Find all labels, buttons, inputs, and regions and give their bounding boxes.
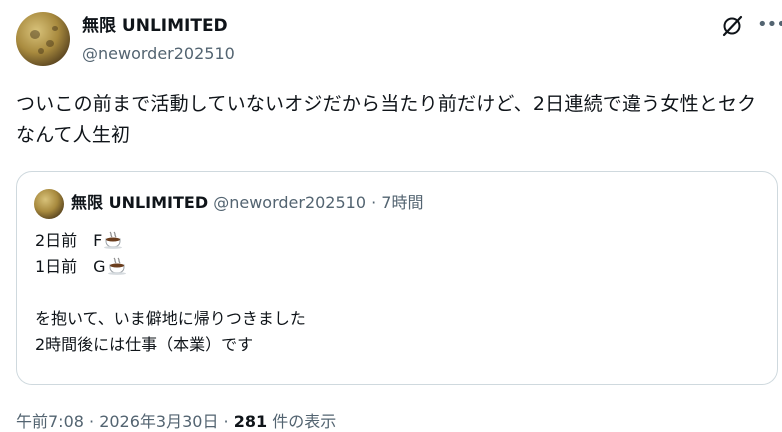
coffee-icon (104, 231, 123, 249)
quote-author-name: 無限 UNLIMITED (71, 193, 209, 212)
views-label: 件の表示 (272, 412, 337, 431)
coffee-icon (107, 257, 126, 275)
quote-line: 1日前 G (35, 254, 306, 280)
quote-text: 2日前 F 1日前 G を抱いて、いま僻地に帰りつきました 2時間後には仕事（本… (35, 228, 306, 358)
quoted-post[interactable]: 無限 UNLIMITED @neworder202510 · 7時間 2日前 F… (16, 171, 778, 385)
author-handle[interactable]: @neworder202510 (82, 43, 235, 65)
quote-handle: @neworder202510 (213, 193, 367, 212)
footer-separator: · (218, 412, 234, 431)
quote-separator: · (366, 193, 382, 212)
quote-avatar (34, 189, 64, 219)
quote-time: 7時間 (381, 193, 424, 212)
timestamp-link[interactable]: 午前7:08 · 2026年3月30日 (16, 412, 218, 431)
more-icon[interactable]: ••• (757, 16, 782, 34)
avatar[interactable] (16, 12, 70, 66)
post-text: ついこの前まで活動していないオジだから当たり前だけど、2日連続で違う女性とセクな… (16, 93, 757, 146)
quote-line: 2日前 F (35, 228, 306, 254)
quote-line (35, 280, 306, 306)
quote-line-text: 2日前 F (35, 231, 103, 250)
post-footer: 午前7:08 · 2026年3月30日 · 281 件の表示 (16, 412, 336, 432)
quote-line: を抱いて、いま僻地に帰りつきました (35, 309, 306, 328)
views-count: 281 (233, 412, 268, 431)
quote-header: 無限 UNLIMITED @neworder202510 · 7時間 (71, 192, 423, 214)
quote-line: 2時間後には仕事（本業）です (35, 335, 254, 354)
quote-line-text: 1日前 G (35, 257, 106, 276)
author-name[interactable]: 無限 UNLIMITED (82, 15, 228, 37)
grok-icon[interactable] (720, 14, 744, 38)
